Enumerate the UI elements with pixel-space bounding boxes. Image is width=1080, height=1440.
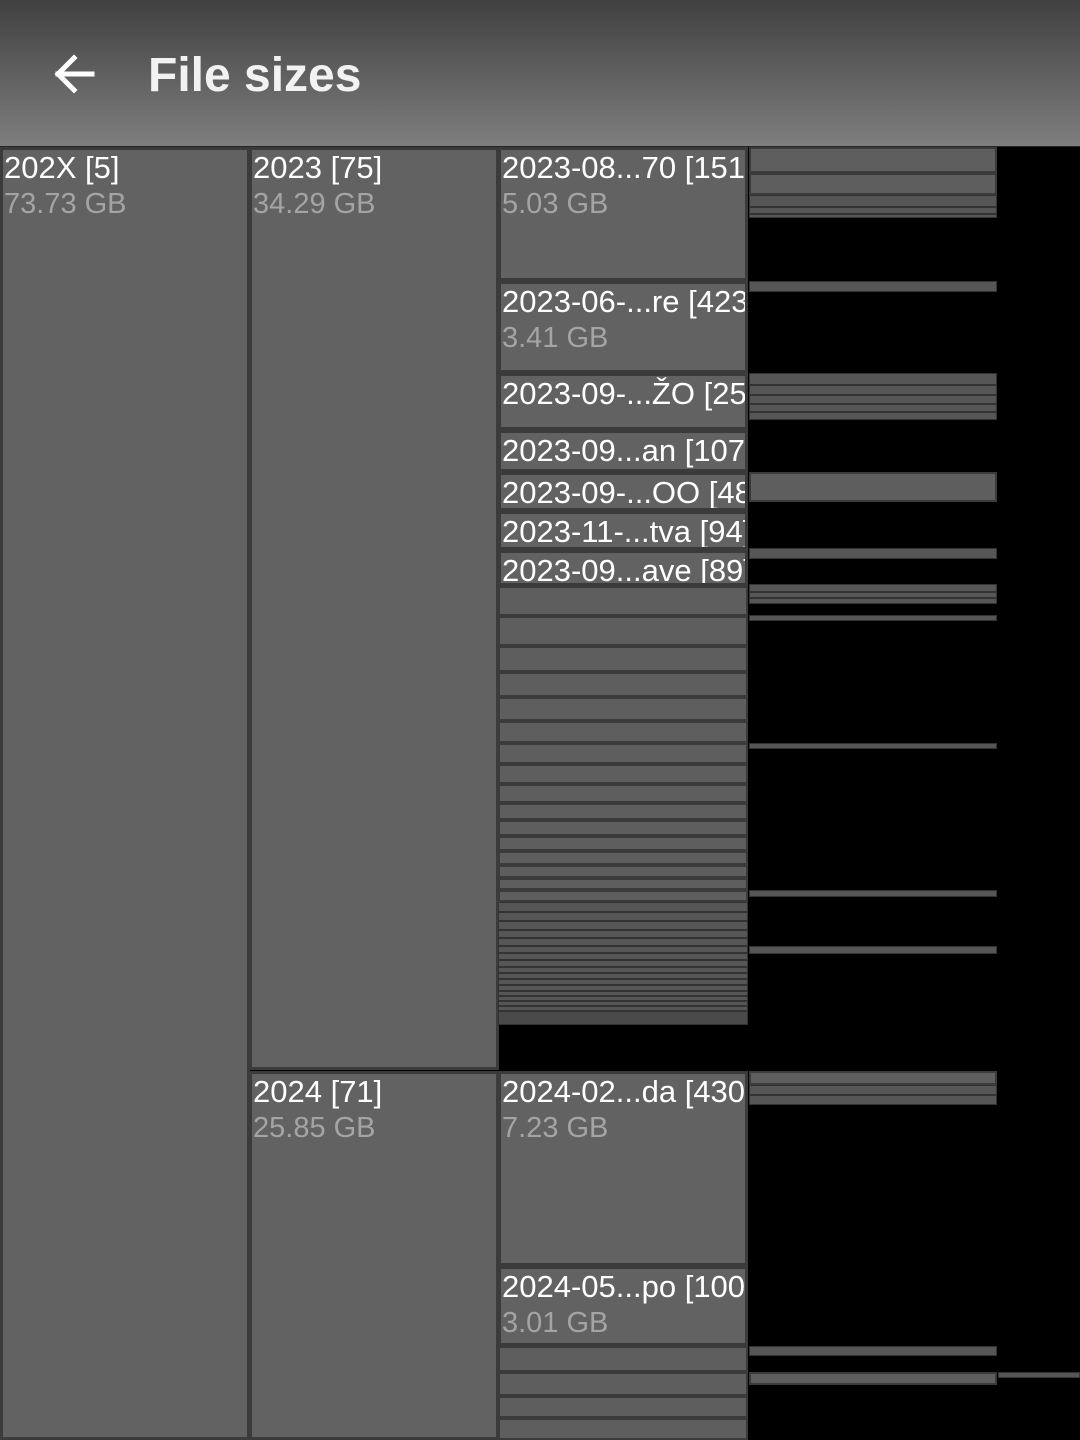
treemap-cell-sub[interactable] [749, 404, 997, 412]
treemap-cell-sub[interactable] [749, 1085, 997, 1095]
treemap-cell-sub[interactable] [749, 173, 997, 195]
treemap-cell-sub[interactable] [749, 207, 997, 214]
cell-name: 2024-05...po [100] [502, 1269, 748, 1304]
treemap-cell-sub[interactable] [749, 615, 997, 621]
treemap[interactable]: 202X [5] 73.73 GB 2023 [75] 34.29 GB 202… [0, 147, 1080, 1440]
treemap-cell-small[interactable] [498, 820, 748, 836]
cell-name: 2023-09-...OO [48] [502, 475, 748, 510]
treemap-cell-folder[interactable]: 2024-05...po [100] 3.01 GB [498, 1266, 748, 1346]
treemap-cell-small[interactable] [498, 921, 748, 930]
treemap-cell-small[interactable] [498, 878, 748, 890]
treemap-cell-sub[interactable] [749, 147, 997, 173]
cell-size: 5.03 GB [502, 188, 609, 220]
treemap-cell-small[interactable] [498, 1418, 748, 1440]
treemap-cell-folder[interactable]: 2023-09...an [107] [498, 430, 748, 472]
cell-name: 2023-06-...re [423] [502, 284, 748, 319]
cell-name: 2023-09...an [107] [502, 433, 748, 468]
treemap-cell-sub[interactable] [749, 946, 997, 954]
treemap-cell-small[interactable] [498, 721, 748, 743]
treemap-cell-sub[interactable] [749, 548, 997, 559]
cell-size: 34.29 GB [253, 188, 376, 220]
treemap-cell-small[interactable] [498, 946, 748, 953]
treemap-cell-2024[interactable]: 2024 [71] 25.85 GB [249, 1071, 499, 1440]
cell-name: 2023-11-...tva [94] [502, 514, 748, 549]
treemap-cell-sub[interactable] [749, 743, 997, 749]
treemap-cell-small[interactable] [498, 890, 748, 902]
treemap-cell-sub[interactable] [749, 214, 997, 218]
treemap-cell-small[interactable] [498, 938, 748, 946]
cell-size: 3.01 GB [502, 1307, 609, 1339]
treemap-cell-2023[interactable]: 2023 [75] 34.29 GB [249, 147, 499, 1070]
treemap-cell-folder[interactable]: 2023-11-...tva [94] [498, 511, 748, 550]
cell-size: 73.73 GB [4, 188, 127, 220]
treemap-cell-small[interactable] [498, 960, 748, 967]
treemap-cell-sub[interactable] [749, 395, 997, 404]
back-button[interactable] [44, 44, 104, 104]
treemap-cell-folder[interactable]: 2024-02...da [430] 7.23 GB [498, 1071, 748, 1266]
treemap-cell-small[interactable] [498, 743, 748, 764]
treemap-cell-small[interactable] [498, 764, 748, 784]
treemap-cell-sub[interactable] [749, 412, 997, 420]
arrow-left-icon [54, 54, 95, 94]
treemap-cell-small[interactable] [498, 930, 748, 938]
treemap-cell-folder[interactable]: 2023-09...ave [89] [498, 550, 748, 586]
cell-name: 202X [5] [4, 150, 120, 185]
treemap-cell-small[interactable] [498, 1346, 748, 1372]
cell-name: 2023-09-...ŽO [25] [502, 376, 748, 411]
treemap-cell-small[interactable] [498, 836, 748, 851]
treemap-cell-sub[interactable] [749, 1095, 997, 1105]
treemap-cell-small[interactable] [498, 851, 748, 865]
treemap-cell-folder[interactable]: 2023-09-...OO [48] [498, 472, 748, 511]
treemap-cell-small[interactable] [498, 803, 748, 820]
treemap-cell-sub[interactable] [749, 385, 997, 395]
treemap-cell-small[interactable] [498, 912, 748, 921]
cell-size: 3.41 GB [502, 322, 609, 354]
treemap-cell-sub[interactable] [749, 472, 997, 502]
treemap-cell-small[interactable] [498, 784, 748, 803]
treemap-cell-sub[interactable] [749, 281, 997, 292]
treemap-cell-folder[interactable]: 2023-06-...re [423] 3.41 GB [498, 281, 748, 373]
cell-name: 2024 [71] [253, 1074, 383, 1109]
cell-size: 7.23 GB [502, 1112, 609, 1144]
treemap-cell-small[interactable] [498, 865, 748, 878]
cell-name: 2024-02...da [430] [502, 1074, 748, 1109]
treemap-cell-sub[interactable] [749, 890, 997, 897]
treemap-cell-small[interactable] [498, 953, 748, 960]
app-bar: File sizes [0, 0, 1080, 147]
cell-name: 2023 [75] [253, 150, 383, 185]
treemap-cell-small[interactable] [498, 1396, 748, 1418]
treemap-cell-small[interactable] [498, 672, 748, 697]
treemap-cell-small[interactable] [498, 1372, 748, 1396]
treemap-cell-sub[interactable] [749, 598, 997, 604]
treemap-cell-sub[interactable] [749, 195, 997, 207]
treemap-cell-sub[interactable] [749, 1346, 997, 1356]
treemap-cell-root[interactable]: 202X [5] 73.73 GB [0, 147, 250, 1440]
treemap-cell-sub[interactable] [749, 1071, 997, 1085]
treemap-cell-small[interactable] [498, 697, 748, 721]
treemap-cell-folder[interactable]: 2023-08...70 [151] 5.03 GB [498, 147, 748, 281]
page-title: File sizes [148, 49, 362, 102]
treemap-cell-sub[interactable] [749, 1372, 997, 1385]
treemap-cell-folder[interactable]: 2023-09-...ŽO [25] [498, 373, 748, 430]
treemap-cell-small[interactable] [498, 646, 748, 672]
treemap-cell-small[interactable] [498, 1011, 748, 1025]
treemap-cell-small[interactable] [498, 616, 748, 646]
treemap-cell-sub[interactable] [749, 584, 997, 592]
treemap-cell-sub[interactable] [998, 1372, 1080, 1378]
cell-name: 2023-09...ave [89] [502, 553, 748, 586]
treemap-cell-sub[interactable] [749, 373, 997, 385]
treemap-cell-small[interactable] [498, 586, 748, 616]
treemap-cell-small[interactable] [498, 902, 748, 912]
cell-size: 25.85 GB [253, 1112, 376, 1144]
cell-name: 2023-08...70 [151] [502, 150, 748, 185]
